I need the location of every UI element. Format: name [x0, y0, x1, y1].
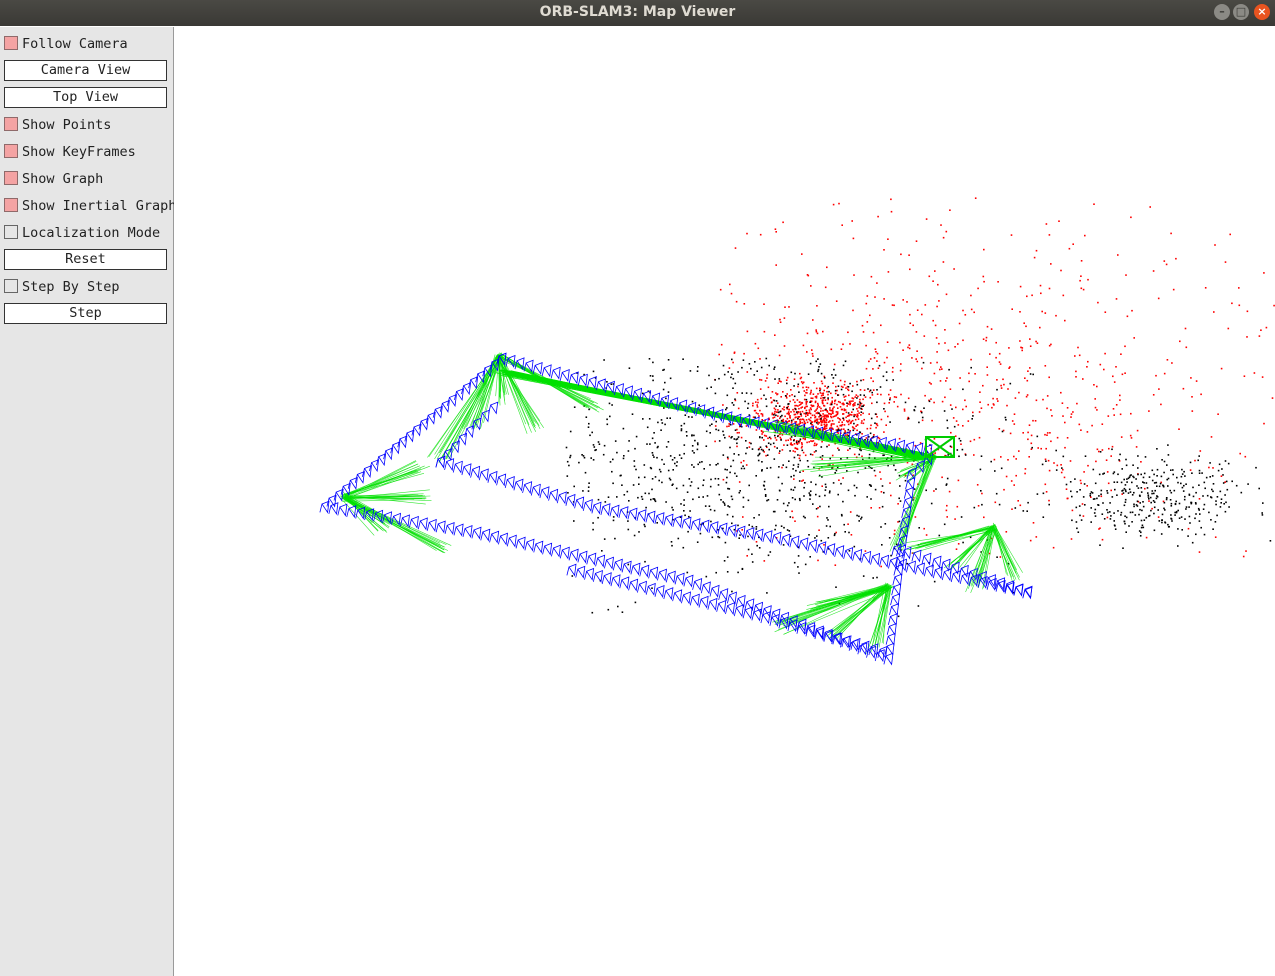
window-title: ORB-SLAM3: Map Viewer — [539, 4, 736, 20]
reference-map-points — [714, 197, 1275, 568]
show-keyframes-label: Show KeyFrames — [22, 144, 136, 160]
control-panel: Follow Camera Camera View Top View Show … — [0, 27, 177, 976]
maximize-button[interactable]: □ — [1233, 4, 1249, 20]
step-button[interactable]: Step — [4, 303, 167, 324]
minimize-button[interactable]: – — [1214, 4, 1230, 20]
map-viewport[interactable] — [174, 27, 1275, 976]
step-by-step-label: Step By Step — [22, 279, 120, 295]
show-inertial-graph-label: Show Inertial Graph — [22, 198, 177, 214]
close-button[interactable]: × — [1254, 4, 1270, 20]
checkbox-box[interactable] — [4, 225, 18, 239]
show-graph-label: Show Graph — [22, 171, 104, 187]
map-canvas[interactable] — [174, 27, 1275, 976]
checkbox-box[interactable] — [4, 171, 18, 185]
localization-mode-label: Localization Mode — [22, 225, 161, 241]
reset-button[interactable]: Reset — [4, 249, 167, 270]
checkbox-box[interactable] — [4, 36, 18, 50]
keyframes — [319, 352, 1033, 666]
checkbox-box[interactable] — [4, 198, 18, 212]
checkbox-box[interactable] — [4, 144, 18, 158]
camera-view-button[interactable]: Camera View — [4, 60, 167, 81]
follow-camera-label: Follow Camera — [22, 36, 128, 52]
checkbox-box[interactable] — [4, 117, 18, 131]
top-view-button[interactable]: Top View — [4, 87, 167, 108]
checkbox-box[interactable] — [4, 279, 18, 293]
title-bar: ORB-SLAM3: Map Viewer – □ × — [0, 0, 1275, 26]
show-points-label: Show Points — [22, 117, 112, 133]
